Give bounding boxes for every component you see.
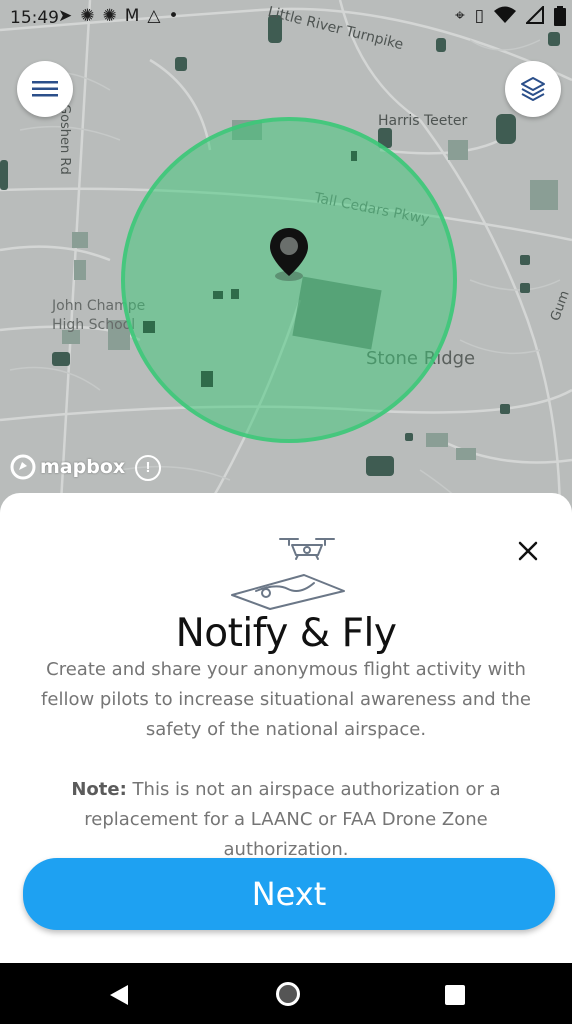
settings-icon: ✺ — [80, 6, 95, 26]
close-icon — [518, 541, 538, 561]
road-label-goshen: Goshen Rd — [57, 104, 72, 175]
map-view[interactable]: Little River Turnpike Harris Teeter Gosh… — [0, 0, 572, 520]
note-label: Note: — [71, 779, 127, 800]
layers-icon — [521, 77, 545, 101]
sheet-title: Notify & Fly — [175, 611, 397, 656]
map-layers-button[interactable] — [505, 61, 561, 117]
close-button[interactable] — [508, 533, 548, 569]
back-icon[interactable] — [108, 983, 132, 1007]
sheet-description: Create and share your anonymous flight a… — [41, 659, 531, 740]
status-bar: 15:49 ➤ ✺ ✺ M △ • ⌖ ▯ — [0, 0, 572, 36]
mapbox-icon — [10, 454, 36, 480]
drive-icon: △ — [147, 6, 161, 26]
wifi-icon — [494, 6, 516, 23]
location-icon: ⌖ — [455, 6, 465, 26]
next-button[interactable]: Next — [23, 858, 555, 930]
drone-flight-illustration-icon — [231, 538, 345, 610]
notify-fly-sheet: Notify & Fly Create and share your anony… — [0, 493, 572, 963]
sheet-note: Note: This is not an airspace authorizat… — [50, 775, 522, 865]
status-notification-icons: ➤ ✺ ✺ M △ • — [58, 6, 179, 26]
status-system-icons: ⌖ ▯ — [455, 6, 566, 26]
settings-icon: ✺ — [102, 6, 117, 26]
system-navigation-bar — [0, 963, 572, 1024]
mapbox-logo[interactable]: mapbox — [10, 454, 125, 480]
status-time: 15:49 — [10, 8, 59, 28]
menu-button[interactable] — [17, 61, 73, 117]
location-pin-icon[interactable] — [267, 226, 311, 282]
battery-icon — [554, 6, 566, 26]
hamburger-menu-icon — [32, 81, 58, 97]
signal-icon — [526, 6, 544, 24]
navigation-icon: ➤ — [58, 6, 73, 26]
gmail-icon: M — [124, 6, 140, 26]
home-icon[interactable] — [276, 982, 300, 1006]
mapbox-wordmark: mapbox — [40, 456, 126, 478]
note-text: This is not an airspace authorization or… — [84, 779, 501, 860]
vibrate-icon: ▯ — [474, 6, 484, 26]
map-attribution-info-icon[interactable]: ! — [135, 455, 161, 481]
recent-apps-icon[interactable] — [445, 985, 465, 1005]
dot-icon: • — [168, 6, 179, 26]
